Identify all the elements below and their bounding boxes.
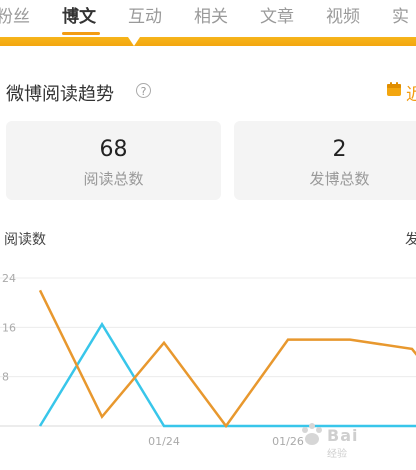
x-tick-label: 01/24 (148, 435, 180, 448)
tab-interaction[interactable]: 互动 (128, 2, 162, 27)
stat-label: 发博总数 (309, 170, 370, 188)
stat-label: 阅读总数 (83, 170, 144, 188)
help-icon[interactable]: ? (136, 83, 151, 98)
top-tab-bar: 粉丝 博文 互动 相关 文章 视频 实 (0, 0, 416, 35)
tab-posts[interactable]: 博文 (62, 2, 96, 27)
tab-fans[interactable]: 粉丝 (0, 2, 30, 27)
active-tab-indicator (62, 32, 100, 35)
stat-value: 2 (332, 137, 347, 162)
tab-videos[interactable]: 视频 (326, 2, 360, 27)
y-tick-label: 24 (2, 272, 16, 285)
watermark: Bai 经验 (297, 420, 416, 464)
stat-value: 68 (99, 137, 128, 162)
date-range-selector[interactable]: 近 (406, 80, 416, 105)
series-line-1 (38, 289, 416, 429)
stat-card-reads: 68 阅读总数 (6, 121, 221, 200)
stat-card-posts: 2 发博总数 (234, 121, 416, 200)
y-tick-label: 8 (2, 371, 9, 384)
tab-related[interactable]: 相关 (194, 2, 228, 27)
calendar-icon[interactable] (386, 81, 402, 97)
tab-realtime[interactable]: 实 (392, 2, 409, 27)
chart-legend-reads: 阅读数 (4, 232, 46, 248)
section-title: 微博阅读趋势 (6, 84, 114, 105)
accent-bar (0, 37, 416, 46)
watermark-text: Bai (327, 426, 359, 445)
accent-bar-notch (128, 37, 140, 46)
chart-legend-posts: 发 (405, 232, 416, 248)
paw-logo-icon (302, 423, 322, 445)
watermark-suffix: 经验 (327, 449, 347, 460)
series-line-0 (38, 321, 416, 428)
y-tick-label: 16 (2, 321, 16, 334)
tab-articles[interactable]: 文章 (260, 2, 294, 27)
